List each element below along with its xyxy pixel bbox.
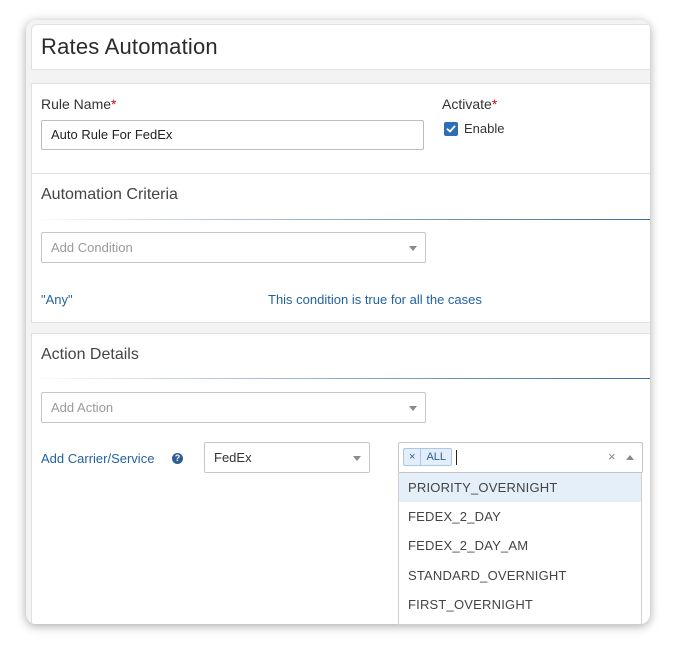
chevron-down-icon xyxy=(353,456,361,461)
header-card: Rates Automation xyxy=(31,24,650,70)
service-multiselect[interactable]: × ALL × xyxy=(398,442,643,473)
rule-name-input[interactable]: Auto Rule For FedEx xyxy=(41,120,424,150)
tag-remove-button[interactable]: × xyxy=(404,449,422,465)
chevron-up-icon[interactable] xyxy=(626,455,634,460)
enable-checkbox[interactable] xyxy=(444,122,458,136)
add-carrier-service-label: Add Carrier/Service xyxy=(41,451,155,466)
selected-tag-all: × ALL xyxy=(403,448,453,466)
option-fedex-2-day-am[interactable]: FEDEX_2_DAY_AM xyxy=(399,531,641,560)
rule-name-label-text: Rule Name xyxy=(41,96,112,112)
any-condition-label: "Any" xyxy=(41,292,73,307)
rule-card: Rule Name* Auto Rule For FedEx Activate*… xyxy=(31,83,650,181)
add-condition-select[interactable]: Add Condition xyxy=(41,232,426,263)
add-action-placeholder: Add Action xyxy=(51,400,114,415)
service-options-dropdown: PRIORITY_OVERNIGHT FEDEX_2_DAY FEDEX_2_D… xyxy=(398,473,642,625)
required-asterisk: * xyxy=(111,96,117,112)
help-circle-icon[interactable]: ? xyxy=(172,453,183,464)
option-standard-overnight[interactable]: STANDARD_OVERNIGHT xyxy=(399,561,641,590)
option-fedex-2-day[interactable]: FEDEX_2_DAY xyxy=(399,502,641,531)
carrier-select-value: FedEx xyxy=(214,450,252,465)
page-title: Rates Automation xyxy=(41,34,218,59)
section-divider xyxy=(32,378,650,379)
check-icon xyxy=(446,125,456,133)
rule-name-label: Rule Name* xyxy=(41,96,116,112)
carrier-select[interactable]: FedEx xyxy=(204,442,370,473)
text-cursor xyxy=(456,450,457,465)
automation-criteria-card: Automation Criteria Add Condition "Any" … xyxy=(31,173,650,323)
required-asterisk: * xyxy=(491,96,498,112)
chevron-down-icon xyxy=(409,406,417,411)
enable-label: Enable xyxy=(464,121,505,136)
tag-label: ALL xyxy=(426,451,447,463)
action-details-title: Action Details xyxy=(41,346,139,363)
automation-criteria-title: Automation Criteria xyxy=(41,186,178,203)
add-action-select[interactable]: Add Action xyxy=(41,392,426,423)
chevron-down-icon xyxy=(409,246,417,251)
option-priority-overnight[interactable]: PRIORITY_OVERNIGHT xyxy=(399,473,641,502)
any-condition-description: This condition is true for all the cases xyxy=(268,292,482,307)
option-first-overnight[interactable]: FIRST_OVERNIGHT xyxy=(399,590,641,619)
close-icon[interactable]: × xyxy=(608,449,616,464)
section-divider xyxy=(32,219,650,220)
activate-label-text: Activate xyxy=(442,96,492,112)
activate-label: Activate* xyxy=(442,96,497,112)
add-condition-placeholder: Add Condition xyxy=(51,240,133,255)
